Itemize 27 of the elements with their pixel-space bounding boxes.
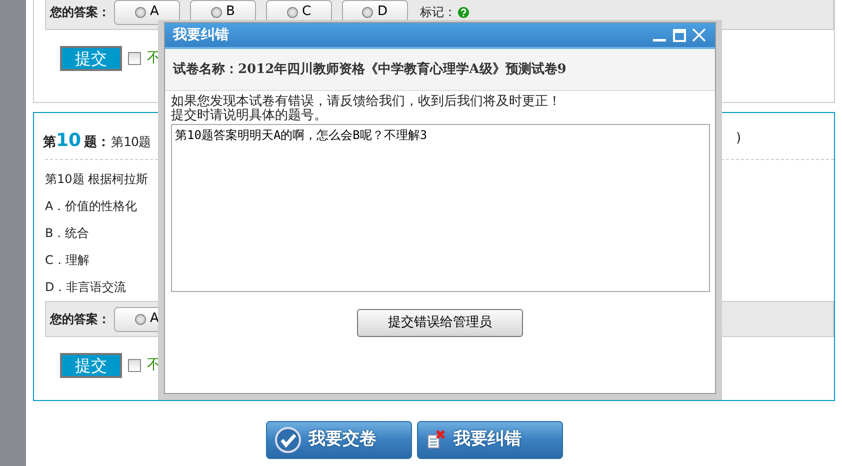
minimize-icon: [652, 38, 666, 42]
dialog-title: 我要纠错: [173, 26, 230, 44]
notice-text: 如果您发现本试卷有错误，请反馈给我们，收到后我们将及时更正！ 提交时请说明具体的题号。: [170, 93, 562, 123]
option-text: B．统合: [45, 226, 90, 240]
close-icon: [692, 28, 706, 42]
feedback-field[interactable]: 第10题答案明明天A的啊，怎么会B呢？不理解3: [171, 124, 710, 292]
paper-name: 试卷名称：2012年四川教师资格《中学教育心理学A级》预测试卷9: [173, 60, 566, 79]
check-icon: [274, 427, 300, 453]
question-number: 第10 题：: [43, 129, 110, 153]
document-x-icon: [426, 430, 446, 450]
checkbox[interactable]: [128, 52, 141, 65]
option-button[interactable]: A: [114, 0, 180, 24]
submit-exam-button[interactable]: 我要交卷: [266, 421, 412, 459]
submit-error-button[interactable]: 提交错误给管理员: [357, 309, 523, 337]
question-title: 第10题: [111, 133, 151, 151]
maximize-icon: [672, 28, 686, 42]
report-error-button[interactable]: 我要纠错: [416, 421, 562, 459]
mark-label: 标记：: [420, 4, 456, 21]
answer-label: 您的答案：: [50, 4, 110, 21]
option-text: C．理解: [45, 253, 90, 267]
question-stem: 第10题 根据柯拉斯: [45, 171, 150, 188]
question-text: ): [736, 130, 742, 148]
option-text: D．非言语交流: [45, 280, 126, 294]
checkbox[interactable]: [128, 359, 141, 372]
help-icon[interactable]: [458, 6, 469, 18]
answer-label: 您的答案：: [50, 311, 110, 328]
option-text: A．价值的性格化: [45, 199, 138, 213]
